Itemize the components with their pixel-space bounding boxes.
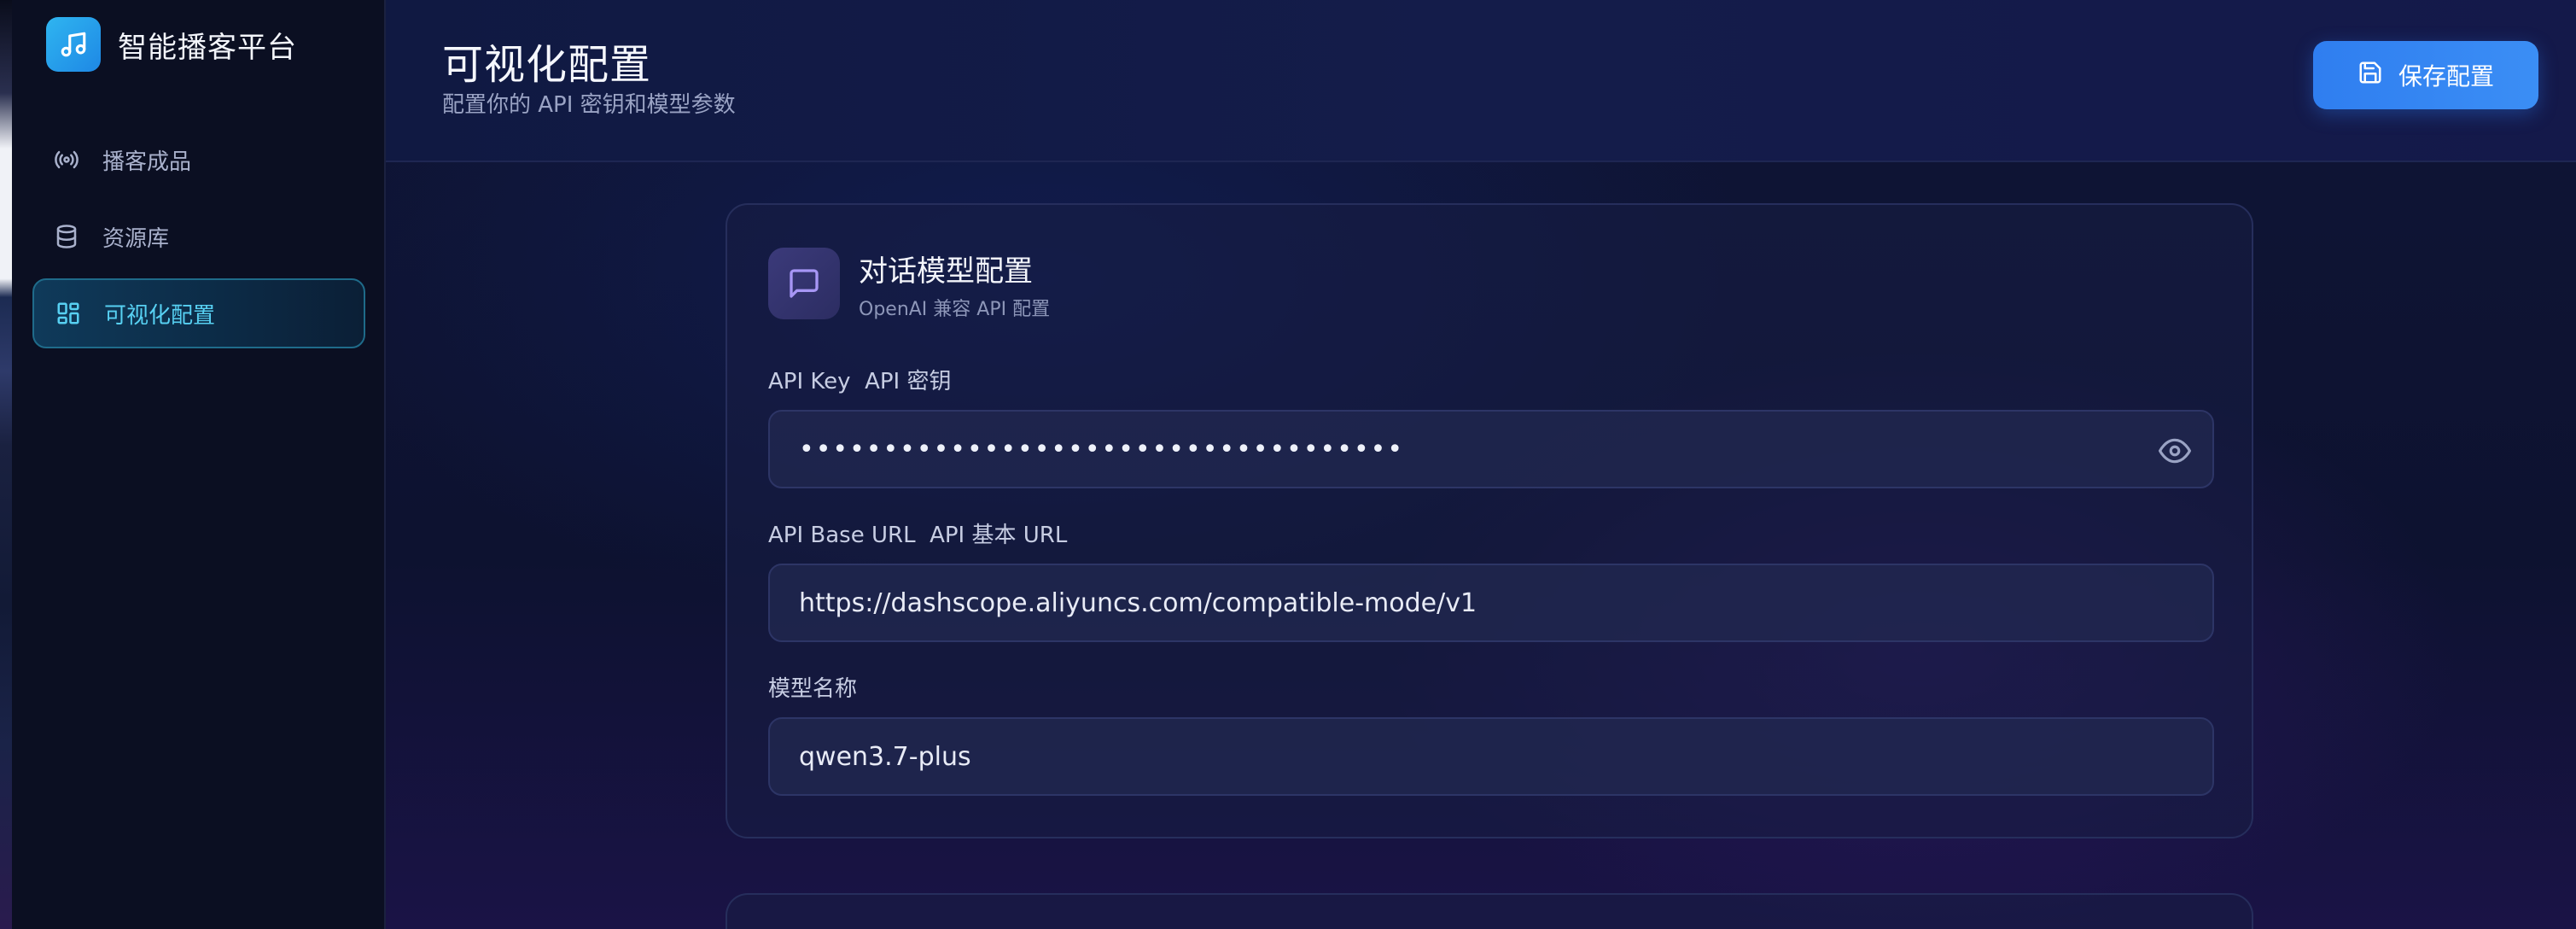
model-name-label: 模型名称: [768, 676, 858, 702]
api-base-url-input[interactable]: https://dashscope.aliyuncs.com/compatibl…: [768, 564, 2214, 642]
music-note-icon: [46, 17, 101, 72]
card-subtitle: OpenAI 兼容 API 配置: [859, 299, 1051, 320]
save-config-button[interactable]: 保存配置: [2313, 41, 2538, 109]
database-icon: [53, 223, 80, 250]
main-content: 可视化配置 配置你的 API 密钥和模型参数 保存配置 对话模型配置 OpenA…: [386, 0, 2576, 929]
broadcast-icon: [53, 146, 80, 173]
brand: 智能播客平台: [46, 17, 297, 72]
api-key-label: API Key API 密钥: [768, 369, 952, 394]
eye-icon[interactable]: [2158, 434, 2192, 468]
background-window-strip: [0, 0, 12, 929]
model-name-value: qwen3.7-plus: [799, 741, 971, 772]
api-base-url-label: API Base URL API 基本 URL: [768, 523, 1068, 548]
page-header: 可视化配置 配置你的 API 密钥和模型参数 保存配置: [386, 0, 2576, 162]
brand-title: 智能播客平台: [118, 30, 297, 65]
sidebar-item-label: 播客成品: [102, 149, 192, 175]
second-config-card: [726, 893, 2253, 929]
chat-bubble-icon: [768, 248, 840, 319]
chat-model-config-card: 对话模型配置 OpenAI 兼容 API 配置 API Key API 密钥 •…: [726, 203, 2253, 838]
sidebar: 智能播客平台 播客成品 资源库 可视化配置: [12, 0, 386, 929]
sidebar-item-label: 资源库: [102, 225, 170, 252]
model-name-input[interactable]: qwen3.7-plus: [768, 717, 2214, 796]
page-subtitle: 配置你的 API 密钥和模型参数: [442, 92, 736, 118]
sidebar-item-podcasts[interactable]: 播客成品: [32, 125, 365, 195]
sidebar-item-label: 可视化配置: [104, 302, 216, 329]
app-window: 智能播客平台 播客成品 资源库 可视化配置 可视化配置 配置你的 API 密钥和…: [0, 0, 2576, 929]
layout-grid-icon: [55, 300, 82, 327]
api-key-value: ••••••••••••••••••••••••••••••••••••: [799, 434, 1405, 464]
api-key-input[interactable]: ••••••••••••••••••••••••••••••••••••: [768, 410, 2214, 488]
sidebar-item-visual-config[interactable]: 可视化配置: [32, 278, 365, 348]
sidebar-item-library[interactable]: 资源库: [32, 202, 365, 272]
api-base-url-value: https://dashscope.aliyuncs.com/compatibl…: [799, 587, 1477, 618]
save-config-label: 保存配置: [2398, 62, 2494, 91]
page-title: 可视化配置: [442, 41, 652, 89]
sidebar-nav: 播客成品 资源库 可视化配置: [32, 125, 365, 355]
save-icon: [2357, 60, 2383, 91]
card-title: 对话模型配置: [859, 254, 1033, 289]
